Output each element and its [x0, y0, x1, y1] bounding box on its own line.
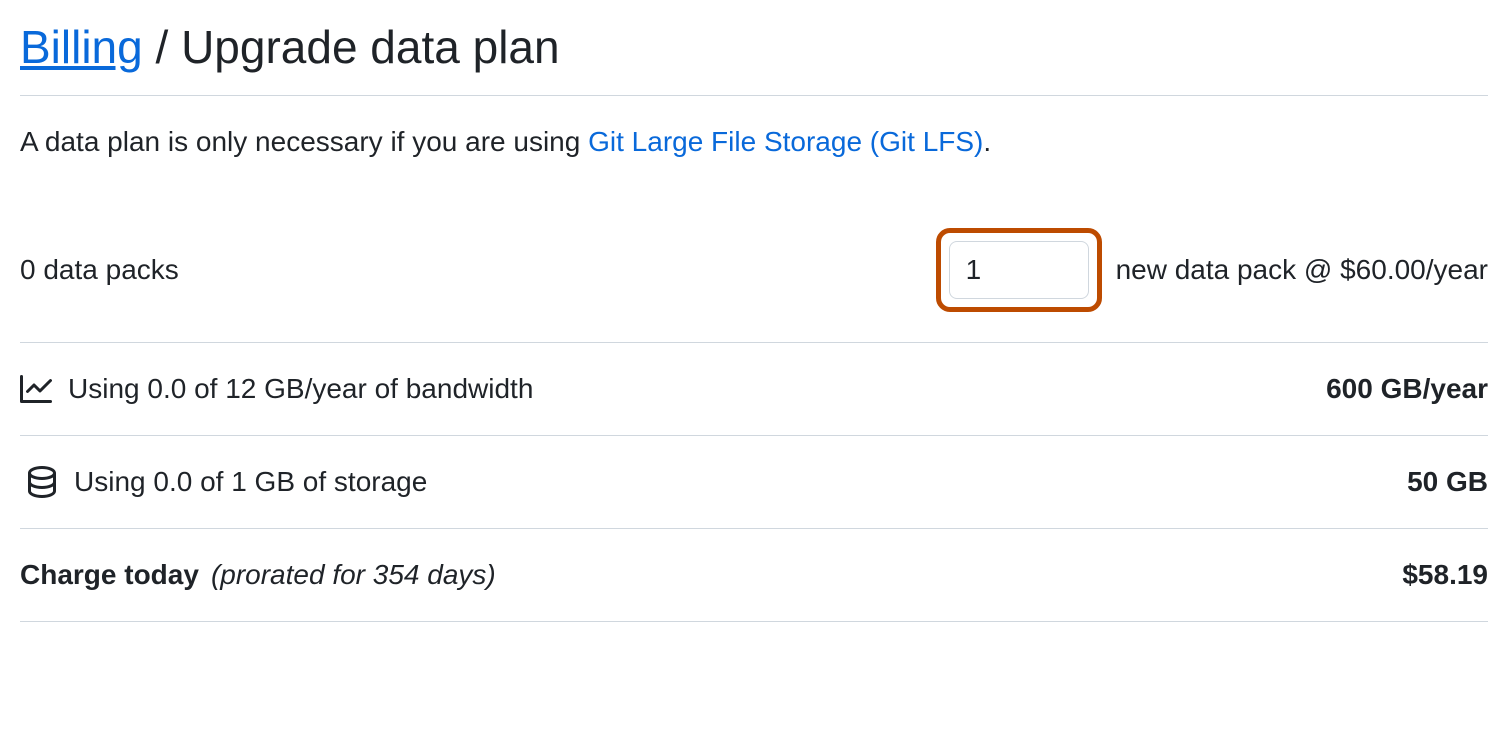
description-prefix: A data plan is only necessary if you are… — [20, 126, 588, 157]
charge-amount: $58.19 — [1402, 559, 1488, 591]
page-header: Billing / Upgrade data plan — [20, 20, 1488, 96]
description-text: A data plan is only necessary if you are… — [20, 126, 1488, 158]
graph-icon — [20, 373, 52, 405]
breadcrumb-separator: / — [143, 21, 181, 73]
storage-row: Using 0.0 of 1 GB of storage 50 GB — [20, 436, 1488, 529]
billing-link[interactable]: Billing — [20, 21, 143, 73]
description-suffix: . — [983, 126, 991, 157]
data-packs-input[interactable] — [949, 241, 1089, 299]
data-packs-selector: new data pack @ $60.00/year — [936, 228, 1488, 312]
charge-row: Charge today (prorated for 354 days) $58… — [20, 529, 1488, 622]
current-data-packs: 0 data packs — [20, 254, 179, 286]
bandwidth-usage-text: Using 0.0 of 12 GB/year of bandwidth — [68, 373, 533, 405]
page-title-text: Upgrade data plan — [181, 21, 560, 73]
bandwidth-total: 600 GB/year — [1326, 373, 1488, 405]
charge-today-label: Charge today — [20, 559, 199, 591]
bandwidth-row: Using 0.0 of 12 GB/year of bandwidth 600… — [20, 343, 1488, 436]
database-icon — [26, 466, 58, 498]
data-pack-price-label: new data pack @ $60.00/year — [1116, 254, 1488, 286]
data-packs-row: 0 data packs new data pack @ $60.00/year — [20, 228, 1488, 343]
page-title: Billing / Upgrade data plan — [20, 20, 1488, 75]
git-lfs-link[interactable]: Git Large File Storage (Git LFS) — [588, 126, 983, 157]
storage-usage-text: Using 0.0 of 1 GB of storage — [74, 466, 427, 498]
charge-prorated-note: (prorated for 354 days) — [211, 559, 496, 591]
input-highlight — [936, 228, 1102, 312]
storage-total: 50 GB — [1407, 466, 1488, 498]
